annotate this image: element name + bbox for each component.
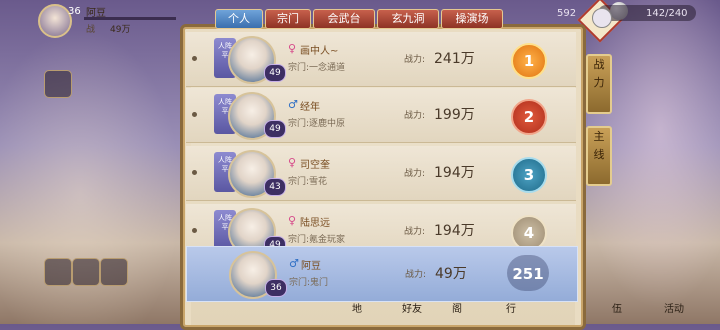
player-info[interactable]: 36 阿豆 战 49万 [38,4,178,38]
player-name: 陆思远 [300,218,330,229]
power-label: 战力: [404,227,426,237]
player-sect: 宗门:一念通道 [288,60,345,73]
row-dot-icon [192,112,197,117]
self-rank-number: 251 [512,265,544,283]
mail-icon[interactable] [72,258,100,286]
stamina-count: 142/240 [646,8,688,19]
sect-prefix: 宗门: [288,63,310,73]
power-value: 194万 [434,223,475,239]
player-level-badge: 43 [264,178,286,196]
tab-sect[interactable]: 宗门 [265,9,311,29]
player-name: 司空奎 [300,160,330,171]
power-value: 199万 [434,107,475,123]
tab-mainline-char-2: 线 [593,148,605,161]
gem-count: 592 [557,8,577,19]
rank-badge-wrap: 3 [506,152,548,194]
rank-badge-wrap: 1 [506,38,548,80]
player-level-badge: 49 [264,120,286,138]
bottom-menu-item[interactable]: 活动 [664,300,684,315]
power-label: 战力: [404,55,426,65]
player-sect: 宗门:氪金玩家 [288,232,345,245]
close-icon[interactable] [592,8,612,28]
tab-combat-power-char-1: 战 [593,58,605,71]
self-row[interactable]: 36 ♂ 阿豆 宗门:鬼门 战力: 49万 251 [186,246,578,302]
sect-prefix: 宗门: [288,177,310,187]
sect-prefix: 宗门: [288,235,310,245]
power-label: 战力: [404,169,426,179]
sect-name: 一念通道 [309,63,346,73]
self-power: 49万 [435,266,467,282]
sect-name: 逐鹿中原 [309,119,346,129]
power-value: 194万 [434,165,475,181]
gender-icon: ♀ [288,42,297,55]
ranking-row[interactable]: 人阵平 43 ♀ 司空奎 宗门:雪花 战力: 194万 3 [186,146,576,201]
ranking-tabs: 个人 宗门 会武台 玄九洞 操演场 [215,9,503,29]
gender-icon: ♀ [288,214,297,227]
player-name: 画中人~ [300,46,339,57]
tab-personal[interactable]: 个人 [215,9,263,29]
row-dot-icon [192,170,197,175]
bottom-menu-item[interactable]: 行 [506,300,516,315]
bottom-menu-item[interactable]: 伍 [612,300,622,315]
rank-badge: 2 [511,99,547,135]
tab-drill[interactable]: 操演场 [441,9,503,29]
chat-icon[interactable] [44,258,72,286]
bottom-menu-item[interactable]: 地 [352,300,362,315]
row-dot-icon [192,56,197,61]
tab-mainline[interactable]: 主 线 [586,126,612,186]
friend-icon[interactable] [100,258,128,286]
sect-name: 雪花 [309,177,328,187]
bottom-menu-item[interactable]: 阁 [452,300,462,315]
tab-combat-power[interactable]: 战 力 [586,54,612,114]
player-sect: 宗门:逐鹿中原 [288,116,345,129]
self-rank: 251 [507,253,549,295]
sect-name: 氪金玩家 [309,235,346,245]
player-level: 36 [68,6,81,17]
self-name: 阿豆 [301,261,321,272]
tab-arena[interactable]: 会武台 [313,9,375,29]
player-exp-bar [84,17,176,20]
self-power-label: 战力: [405,270,427,280]
self-gender-icon: ♂ [289,257,299,270]
self-level: 36 [265,279,287,297]
gender-icon: ♂ [288,98,298,111]
tab-cave[interactable]: 玄九洞 [377,9,439,29]
player-avatar[interactable] [38,4,72,38]
power-label: 战力: [404,111,426,121]
row-dot-icon [192,228,197,233]
ranking-row[interactable]: 人阵平 49 ♀ 画中人~ 宗门:一念通道 战力: 241万 1 [186,32,576,87]
player-sect: 宗门:雪花 [288,174,327,187]
player-power-label: 战 [86,25,96,35]
tab-combat-power-char-2: 力 [593,76,605,89]
bottom-menu-item[interactable]: 好友 [402,300,422,315]
power-value: 241万 [434,51,475,67]
rank-badge: 3 [511,157,547,193]
rank-badge: 1 [511,43,547,79]
player-level-badge: 49 [264,64,286,82]
tab-mainline-char-1: 主 [593,130,605,143]
ranking-row[interactable]: 人阵平 49 ♂ 经年 宗门:逐鹿中原 战力: 199万 2 [186,88,576,143]
side-menu-icon[interactable] [44,70,72,98]
player-name: 经年 [300,102,320,113]
player-power: 49万 [110,25,131,35]
gender-icon: ♀ [288,156,297,169]
rank-badge-wrap: 2 [506,94,548,136]
self-sect: 宗门:鬼门 [289,278,329,288]
sect-prefix: 宗门: [288,119,310,129]
